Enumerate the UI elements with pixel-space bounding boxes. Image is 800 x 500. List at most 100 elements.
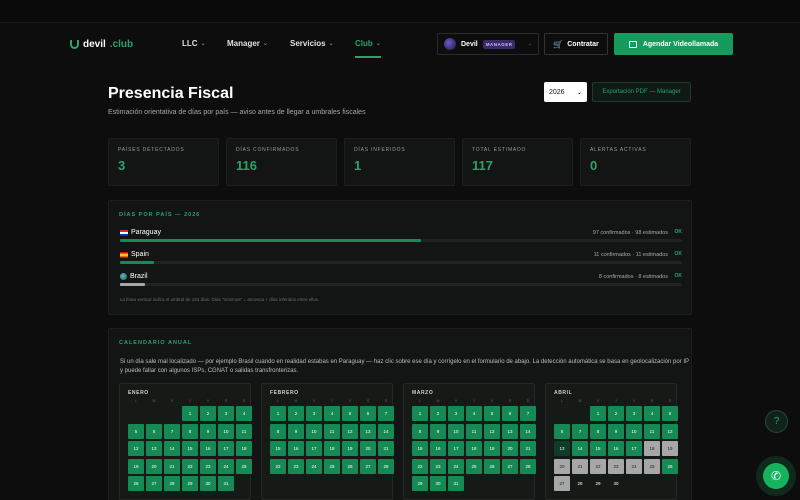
- calendar-day[interactable]: 21: [164, 458, 180, 474]
- calendar-day[interactable]: 24: [218, 458, 234, 474]
- calendar-day[interactable]: 15: [590, 441, 606, 456]
- calendar-day[interactable]: 15: [412, 441, 428, 456]
- calendar-day[interactable]: 28: [572, 476, 588, 491]
- calendar-day[interactable]: 4: [324, 406, 340, 421]
- user-menu[interactable]: Devil MANAGER ⌄: [437, 33, 539, 55]
- calendar-day[interactable]: 5: [342, 406, 358, 421]
- calendar-day[interactable]: 6: [146, 423, 162, 439]
- calendar-day[interactable]: 16: [288, 441, 304, 456]
- calendar-day[interactable]: 7: [378, 406, 394, 421]
- calendar-day[interactable]: 20: [146, 458, 162, 474]
- calendar-day[interactable]: 27: [146, 476, 162, 491]
- calendar-day[interactable]: 2: [288, 406, 304, 421]
- calendar-day[interactable]: 31: [218, 476, 234, 491]
- calendar-day[interactable]: 10: [626, 423, 642, 439]
- calendar-day[interactable]: 17: [626, 441, 642, 456]
- calendar-day[interactable]: 7: [520, 406, 536, 421]
- calendar-day[interactable]: 15: [270, 441, 286, 456]
- calendar-day[interactable]: 9: [200, 423, 216, 439]
- calendar-day[interactable]: 1: [412, 406, 428, 421]
- brand-logo[interactable]: devil .club: [70, 39, 133, 50]
- calendar-day[interactable]: 31: [448, 476, 464, 491]
- calendar-day[interactable]: 18: [466, 441, 482, 456]
- contratar-button[interactable]: 🛒 Contratar: [544, 33, 608, 55]
- calendar-day[interactable]: 26: [128, 476, 144, 491]
- calendar-day[interactable]: 7: [164, 423, 180, 439]
- calendar-day[interactable]: 18: [236, 441, 252, 456]
- calendar-day[interactable]: 17: [218, 441, 234, 456]
- calendar-day[interactable]: 4: [466, 406, 482, 421]
- calendar-day[interactable]: 25: [644, 458, 660, 474]
- calendar-day[interactable]: 4: [644, 406, 660, 421]
- calendar-day[interactable]: 11: [644, 423, 660, 439]
- calendar-day[interactable]: 6: [502, 406, 518, 421]
- calendar-day[interactable]: 13: [502, 423, 518, 439]
- calendar-day[interactable]: 5: [662, 406, 678, 421]
- calendar-day[interactable]: 4: [236, 406, 252, 421]
- calendar-day[interactable]: 10: [448, 423, 464, 439]
- calendar-day[interactable]: 7: [572, 423, 588, 439]
- calendar-day[interactable]: 22: [270, 458, 286, 474]
- calendar-day[interactable]: 11: [236, 423, 252, 439]
- calendar-day[interactable]: 29: [182, 476, 198, 491]
- calendar-day[interactable]: 17: [306, 441, 322, 456]
- calendar-day[interactable]: 8: [270, 423, 286, 439]
- calendar-day[interactable]: 23: [608, 458, 624, 474]
- calendar-day[interactable]: 26: [484, 458, 500, 474]
- calendar-day[interactable]: 12: [484, 423, 500, 439]
- calendar-day[interactable]: 11: [466, 423, 482, 439]
- calendar-day[interactable]: 23: [288, 458, 304, 474]
- calendar-day[interactable]: 20: [360, 441, 376, 456]
- calendar-day[interactable]: 19: [484, 441, 500, 456]
- calendar-day[interactable]: 14: [164, 441, 180, 456]
- calendar-day[interactable]: 16: [430, 441, 446, 456]
- year-select[interactable]: 2026 ⌄: [544, 82, 587, 102]
- calendar-day[interactable]: 5: [128, 423, 144, 439]
- calendar-day[interactable]: 20: [502, 441, 518, 456]
- calendar-day[interactable]: 24: [306, 458, 322, 474]
- calendar-day[interactable]: 29: [412, 476, 428, 491]
- calendar-day[interactable]: 25: [466, 458, 482, 474]
- calendar-day[interactable]: 27: [554, 476, 570, 491]
- export-pdf-button[interactable]: Exportación PDF — Manager: [592, 82, 691, 102]
- calendar-day[interactable]: 1: [270, 406, 286, 421]
- calendar-day[interactable]: 1: [182, 406, 198, 421]
- calendar-day[interactable]: 8: [182, 423, 198, 439]
- calendar-day[interactable]: 25: [236, 458, 252, 474]
- calendar-day[interactable]: 6: [360, 406, 376, 421]
- calendar-day[interactable]: 14: [378, 423, 394, 439]
- calendar-day[interactable]: 9: [288, 423, 304, 439]
- calendar-day[interactable]: 21: [378, 441, 394, 456]
- calendar-day[interactable]: 26: [342, 458, 358, 474]
- calendar-day[interactable]: 12: [342, 423, 358, 439]
- calendar-day[interactable]: 23: [430, 458, 446, 474]
- calendar-day[interactable]: 13: [360, 423, 376, 439]
- calendar-day[interactable]: 18: [324, 441, 340, 456]
- calendar-day[interactable]: 3: [306, 406, 322, 421]
- calendar-day[interactable]: 24: [626, 458, 642, 474]
- nav-item-club[interactable]: Club ⌄: [355, 39, 381, 58]
- calendar-day[interactable]: 14: [520, 423, 536, 439]
- calendar-day[interactable]: 21: [572, 458, 588, 474]
- calendar-day[interactable]: 13: [554, 441, 570, 456]
- calendar-day[interactable]: 8: [412, 423, 428, 439]
- calendar-day[interactable]: 2: [608, 406, 624, 421]
- nav-item-manager[interactable]: Manager ⌄: [227, 39, 268, 48]
- calendar-day[interactable]: 28: [378, 458, 394, 474]
- calendar-day[interactable]: 30: [608, 476, 624, 491]
- calendar-day[interactable]: 6: [554, 423, 570, 439]
- calendar-day[interactable]: 3: [218, 406, 234, 421]
- calendar-day[interactable]: 3: [448, 406, 464, 421]
- calendar-day[interactable]: 2: [430, 406, 446, 421]
- agendar-videollamada-button[interactable]: Agendar Videollamada: [614, 33, 733, 55]
- calendar-day[interactable]: 16: [200, 441, 216, 456]
- calendar-day[interactable]: 19: [128, 458, 144, 474]
- calendar-day[interactable]: 15: [182, 441, 198, 456]
- calendar-day[interactable]: 9: [608, 423, 624, 439]
- calendar-day[interactable]: 3: [626, 406, 642, 421]
- calendar-day[interactable]: 30: [430, 476, 446, 491]
- calendar-day[interactable]: 21: [520, 441, 536, 456]
- calendar-day[interactable]: 16: [608, 441, 624, 456]
- calendar-day[interactable]: 18: [644, 441, 660, 456]
- calendar-day[interactable]: 24: [448, 458, 464, 474]
